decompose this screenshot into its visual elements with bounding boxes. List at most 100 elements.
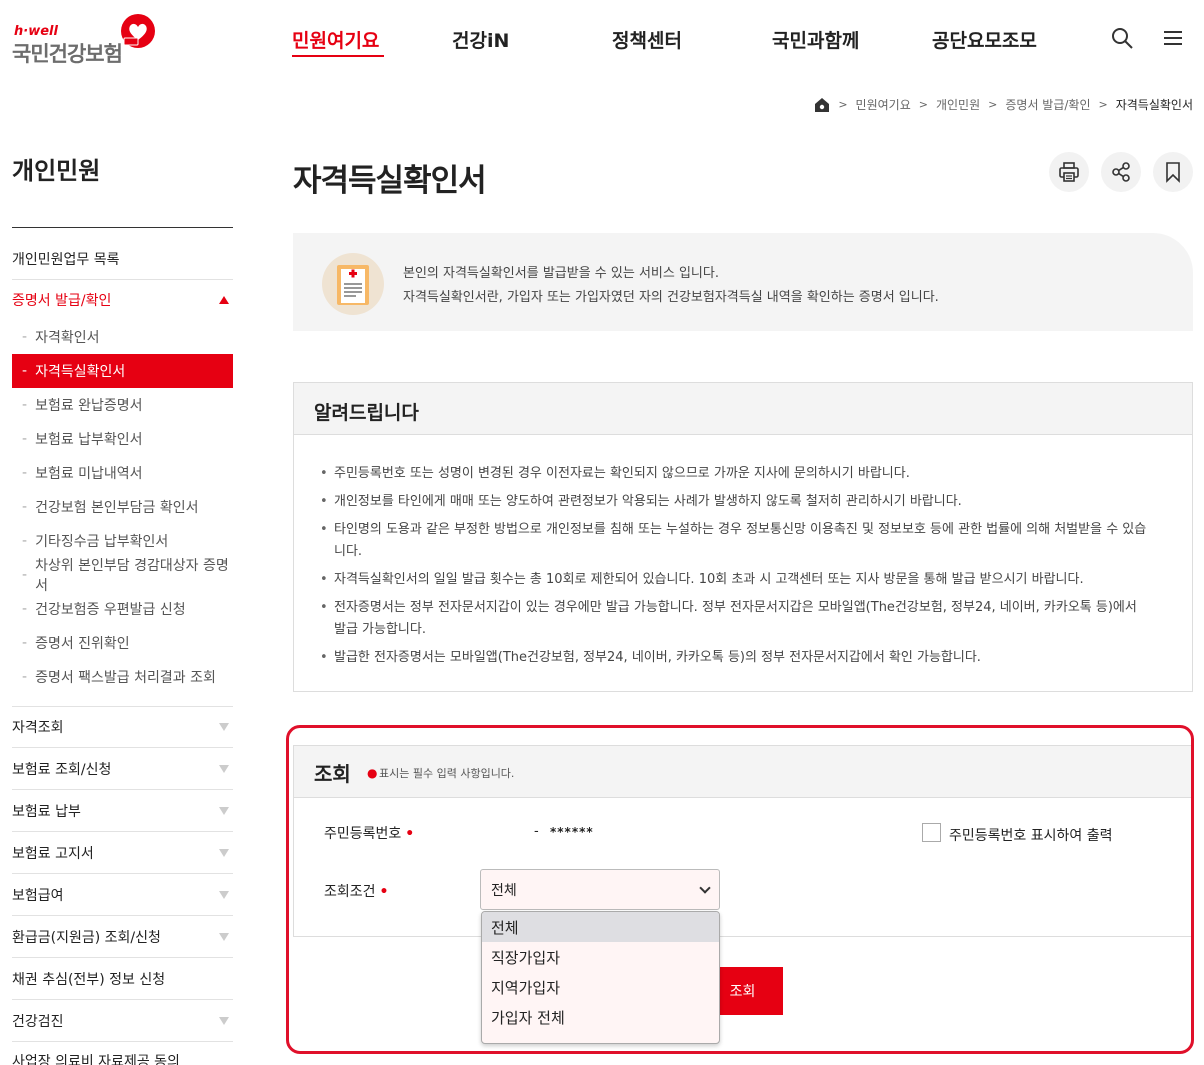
sidebar-subitem-label: 차상위 본인부담 경감대상자 증명서 — [35, 558, 229, 594]
share-button[interactable] — [1101, 152, 1141, 192]
sidebar-subitem-label: 자격득실확인서 — [35, 364, 126, 380]
notice-box: 알려드립니다 주민등록번호 또는 성명이 변경된 경우 이전자료는 확인되지 않… — [293, 382, 1193, 692]
sidebar-item-label: 개인민원업무 목록 — [12, 251, 120, 268]
intro-box: 본인의 자격득실확인서를 발급받을 수 있는 서비스 입니다. 자격득실확인서란… — [293, 233, 1193, 331]
sidebar-subitem[interactable]: - 자격확인서 — [12, 320, 233, 354]
dash-icon: - — [22, 601, 28, 617]
sidebar-item[interactable]: 사업장 의료비 자료제공 동의 — [12, 1042, 233, 1065]
sidebar-item-certificates[interactable]: 증명서 발급/확인 — [12, 280, 233, 320]
sidebar-subitem[interactable]: - 기타징수금 납부확인서 — [12, 524, 233, 558]
notice-item: 개인정보를 타인에게 매매 또는 양도하여 관련정보가 악용되는 사례가 발생하… — [320, 491, 1150, 513]
sidebar-subitem[interactable]: - 보험료 완납증명서 — [12, 388, 233, 422]
gnb-item-health-in[interactable]: 건강iN — [452, 26, 509, 53]
sidebar-item[interactable]: 보험료 조회/신청 — [12, 748, 233, 790]
sidebar-item[interactable]: 보험료 납부 — [12, 790, 233, 832]
expand-arrow-icon — [219, 764, 229, 773]
notice-list: 주민등록번호 또는 성명이 변경된 경우 이전자료는 확인되지 않으므로 가까운… — [320, 463, 1150, 675]
sidebar-item[interactable]: 보험급여 — [12, 874, 233, 916]
sidebar-subitem-label: 자격확인서 — [35, 330, 100, 346]
notice-title: 알려드립니다 — [314, 402, 419, 424]
gnb-item-policy[interactable]: 정책센터 — [612, 26, 682, 53]
notice-item: 자격득실확인서의 일일 발급 횟수는 총 10회로 제한되어 있습니다. 10회… — [320, 569, 1150, 591]
sidebar-subitem-label: 건강보험증 우편발급 신청 — [35, 602, 186, 618]
sidebar-subitem-label: 건강보험 본인부담금 확인서 — [35, 500, 199, 516]
sidebar-subitem[interactable]: - 차상위 본인부담 경감대상자 증명서 — [12, 558, 233, 594]
breadcrumb-item[interactable]: 민원여기요 — [856, 96, 911, 113]
search-icon[interactable] — [1110, 26, 1134, 50]
sidebar-subitem[interactable]: - 증명서 팩스발급 처리결과 조회 — [12, 660, 233, 694]
dash-icon: - — [22, 669, 28, 685]
collapse-arrow-icon — [219, 296, 229, 304]
highlight-frame — [286, 725, 1194, 1054]
dash-icon: - — [22, 329, 28, 345]
dash-icon: - — [22, 533, 28, 549]
sidebar-item-label: 보험급여 — [12, 887, 64, 904]
sidebar-item-label: 자격조회 — [12, 720, 64, 736]
dash-icon: - — [22, 465, 28, 481]
logo-tag: h·well — [14, 24, 58, 39]
notice-header: 알려드립니다 — [294, 383, 1192, 435]
sidebar-subitem-label: 기타징수금 납부확인서 — [35, 534, 169, 550]
sidebar-item-label: 건강검진 — [12, 1013, 64, 1030]
sidebar-item[interactable]: 환급금(지원금) 조회/신청 — [12, 916, 233, 958]
sidebar-subitem[interactable]: - 건강보험 본인부담금 확인서 — [12, 490, 233, 524]
sidebar-subitem-active[interactable]: - 자격득실확인서 — [12, 354, 233, 388]
sidebar-subitem-label: 보험료 완납증명서 — [35, 398, 143, 414]
sidebar-title: 개인민원 — [12, 157, 101, 185]
intro-line: 자격득실확인서란, 가입자 또는 가입자였던 자의 건강보험자격득실 내역을 확… — [403, 290, 939, 305]
sidebar-item-list[interactable]: 개인민원업무 목록 — [12, 238, 233, 280]
heart-logo-icon — [121, 14, 155, 48]
expand-arrow-icon — [219, 806, 229, 815]
sidebar-item[interactable]: 건강검진 — [12, 1000, 233, 1042]
dash-icon: - — [22, 363, 28, 379]
expand-arrow-icon — [219, 932, 229, 941]
page-title: 자격득실확인서 — [293, 163, 487, 199]
breadcrumb-current: 자격득실확인서 — [1115, 98, 1193, 112]
sidebar-item-label: 보험료 조회/신청 — [12, 761, 112, 778]
gnb-item-minwon[interactable]: 민원여기요 — [292, 26, 379, 53]
sidebar-item-label: 증명서 발급/확인 — [12, 293, 112, 309]
printer-icon — [1059, 162, 1079, 182]
sidebar-subitem-label: 증명서 진위확인 — [35, 636, 130, 652]
breadcrumb-item[interactable]: 증명서 발급/확인 — [1005, 96, 1090, 113]
dash-icon: - — [22, 397, 28, 413]
sidebar-item-label: 사업장 의료비 자료제공 동의 — [12, 1054, 180, 1065]
sidebar-item-label: 보험료 고지서 — [12, 845, 94, 862]
breadcrumb-sep-icon: > — [1098, 98, 1108, 111]
sidebar-item[interactable]: 채권 추심(전부) 정보 신청 — [12, 958, 233, 1000]
expand-arrow-icon — [219, 848, 229, 857]
sidebar-subitem[interactable]: - 보험료 납부확인서 — [12, 422, 233, 456]
sidebar-item[interactable]: 자격조회 — [12, 706, 233, 748]
sidebar-item[interactable]: 보험료 고지서 — [12, 832, 233, 874]
sidebar-item-label: 보험료 납부 — [12, 803, 81, 820]
intro-line: 본인의 자격득실확인서를 발급받을 수 있는 서비스 입니다. — [403, 266, 719, 281]
logo-name: 국민건강보험 — [12, 42, 123, 66]
print-button[interactable] — [1049, 152, 1089, 192]
notice-item: 발급한 전자증명서는 모바일앱(The건강보험, 정부24, 네이버, 카카오톡… — [320, 647, 1150, 669]
expand-arrow-icon — [219, 1016, 229, 1025]
logo[interactable]: h·well 국민건강보험 — [12, 14, 162, 66]
notice-item: 타인명의 도용과 같은 부정한 방법으로 개인정보를 침해 또는 누설하는 경우… — [320, 519, 1150, 563]
document-icon — [322, 253, 384, 315]
breadcrumb-item[interactable]: 개인민원 — [936, 96, 980, 113]
home-icon[interactable] — [814, 97, 830, 113]
sidebar-item-label: 채권 추심(전부) 정보 신청 — [12, 971, 166, 988]
sidebar-divider — [12, 227, 233, 228]
expand-arrow-icon — [219, 890, 229, 899]
sidebar-subitem[interactable]: - 증명서 진위확인 — [12, 626, 233, 660]
gnb-item-with-people[interactable]: 국민과함께 — [772, 26, 859, 53]
hamburger-menu-icon[interactable] — [1162, 28, 1184, 48]
breadcrumb-sep-icon: > — [838, 98, 848, 111]
sidebar-subitem[interactable]: - 보험료 미납내역서 — [12, 456, 233, 490]
dash-icon: - — [22, 499, 28, 515]
bookmark-icon — [1166, 162, 1180, 183]
bookmark-button[interactable] — [1153, 152, 1193, 192]
gnb-item-about[interactable]: 공단요모조모 — [932, 26, 1037, 53]
sidebar-subitem-label: 보험료 미납내역서 — [35, 466, 143, 482]
share-icon — [1112, 162, 1130, 182]
sidebar-subitem[interactable]: - 건강보험증 우편발급 신청 — [12, 592, 233, 626]
sidebar-subitem-label: 보험료 납부확인서 — [35, 432, 143, 448]
dash-icon: - — [22, 431, 28, 447]
sidebar-subitem-label: 증명서 팩스발급 처리결과 조회 — [35, 670, 216, 686]
gnb-active-underline — [292, 55, 384, 57]
